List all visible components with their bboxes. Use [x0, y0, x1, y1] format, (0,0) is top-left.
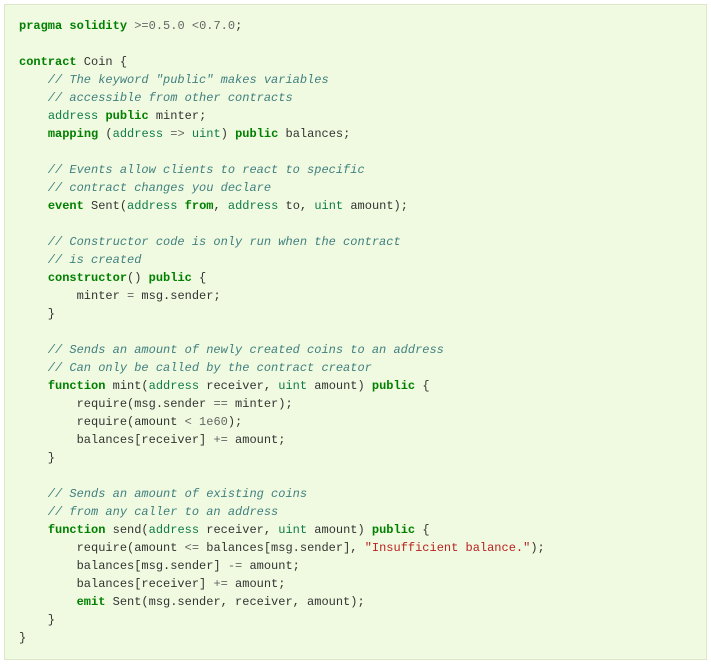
code-line: emit Sent(msg.sender, receiver, amount); [19, 595, 365, 609]
code-line: pragma solidity >=0.5.0 <0.7.0; [19, 19, 242, 33]
code-line: // Can only be called by the contract cr… [19, 361, 372, 375]
code-line: } [19, 307, 55, 321]
code-line: } [19, 451, 55, 465]
keyword: solidity [69, 19, 127, 33]
code-line: balances[receiver] += amount; [19, 433, 285, 447]
code-line: mapping (address => uint) public balance… [19, 127, 350, 141]
code-line: require(amount <= balances[msg.sender], … [19, 541, 545, 555]
code-line: event Sent(address from, address to, uin… [19, 199, 408, 213]
code-line: balances[msg.sender] -= amount; [19, 559, 300, 573]
code-line: // The keyword "public" makes variables [19, 73, 329, 87]
code-line: // Sends an amount of newly created coin… [19, 343, 444, 357]
code-line: function send(address receiver, uint amo… [19, 523, 430, 537]
code-line: // contract changes you declare [19, 181, 271, 195]
code-line: contract Coin { [19, 55, 127, 69]
code-line: // Events allow clients to react to spec… [19, 163, 365, 177]
code-line: function mint(address receiver, uint amo… [19, 379, 430, 393]
code-line: constructor() public { [19, 271, 206, 285]
code-line: // from any caller to an address [19, 505, 278, 519]
code-line: require(amount < 1e60); [19, 415, 242, 429]
code-line: // is created [19, 253, 141, 267]
code-line: address public minter; [19, 109, 206, 123]
code-line: // accessible from other contracts [19, 91, 293, 105]
code-block: pragma solidity >=0.5.0 <0.7.0; contract… [4, 4, 707, 660]
keyword: pragma [19, 19, 62, 33]
code-line: minter = msg.sender; [19, 289, 221, 303]
code-line: balances[receiver] += amount; [19, 577, 285, 591]
code-line: require(msg.sender == minter); [19, 397, 293, 411]
code-line: // Constructor code is only run when the… [19, 235, 401, 249]
code-line: } [19, 631, 26, 645]
code-line: } [19, 613, 55, 627]
code-line: // Sends an amount of existing coins [19, 487, 307, 501]
